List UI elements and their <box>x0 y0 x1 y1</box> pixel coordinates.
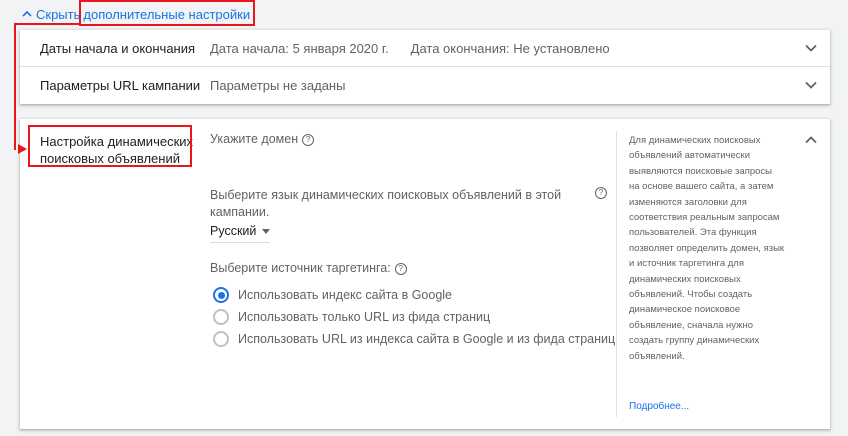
row-start-end-dates[interactable]: Даты начала и окончания Дата начала: 5 я… <box>20 30 830 67</box>
annotation-line <box>14 23 16 150</box>
dropdown-arrow-icon <box>262 228 271 234</box>
annotation-box-dsa-title <box>28 125 192 167</box>
row-title: Параметры URL кампании <box>40 78 201 93</box>
targeting-source-label-text: Выберите источник таргетинга: <box>210 261 391 275</box>
dsa-help-text: Для динамических поисковых объявлений ав… <box>629 135 785 362</box>
learn-more-link[interactable]: Подробнее... <box>629 401 689 412</box>
chevron-up-icon <box>22 10 32 17</box>
domain-label-text: Укажите домен <box>210 132 299 146</box>
language-value: Русский <box>210 224 257 238</box>
toggle-label-plain: Скрыть <box>36 6 81 22</box>
help-icon[interactable]: ? <box>302 134 315 146</box>
row-value: Параметры не заданы <box>210 78 346 93</box>
divider <box>616 131 617 417</box>
chevron-down-icon[interactable] <box>804 41 818 55</box>
chevron-down-icon[interactable] <box>804 78 818 92</box>
radio-option-page-feed[interactable]: Использовать только URL из фида страниц <box>213 309 490 325</box>
row-title: Даты начала и окончания <box>40 40 196 56</box>
radio-label: Использовать URL из индекса сайта в Goog… <box>238 332 616 346</box>
radio-button[interactable] <box>213 331 229 347</box>
row-url-parameters[interactable]: Параметры URL кампании Параметры не зада… <box>20 67 830 104</box>
settings-card-top: Даты начала и окончания Дата начала: 5 я… <box>20 30 830 104</box>
radio-button[interactable] <box>213 309 229 325</box>
annotation-line <box>14 23 80 25</box>
language-label: Выберите язык динамических поисковых объ… <box>210 188 562 219</box>
help-icon[interactable]: ? <box>595 187 607 199</box>
domain-label: Укажите домен? <box>210 132 315 146</box>
end-date-text: Дата окончания: Не установлено <box>410 40 610 56</box>
radio-option-google-index[interactable]: Использовать индекс сайта в Google <box>213 287 452 303</box>
start-date-text: Дата начала: 5 января 2020 г. <box>210 40 389 56</box>
radio-label: Использовать только URL из фида страниц <box>238 310 491 324</box>
targeting-source-label: Выберите источник таргетинга:? <box>210 261 407 275</box>
radio-option-both[interactable]: Использовать URL из индекса сайта в Goog… <box>213 331 615 347</box>
language-dropdown[interactable]: Русский <box>210 224 271 243</box>
row-value: Дата начала: 5 января 2020 г. Дата оконч… <box>210 41 610 56</box>
annotation-arrow <box>18 144 27 154</box>
help-icon[interactable]: ? <box>394 263 407 275</box>
chevron-up-icon[interactable] <box>804 133 818 147</box>
radio-label: Использовать индекс сайта в Google <box>238 288 452 302</box>
radio-button-selected[interactable] <box>213 287 229 303</box>
annotation-box-toggle <box>79 0 255 26</box>
